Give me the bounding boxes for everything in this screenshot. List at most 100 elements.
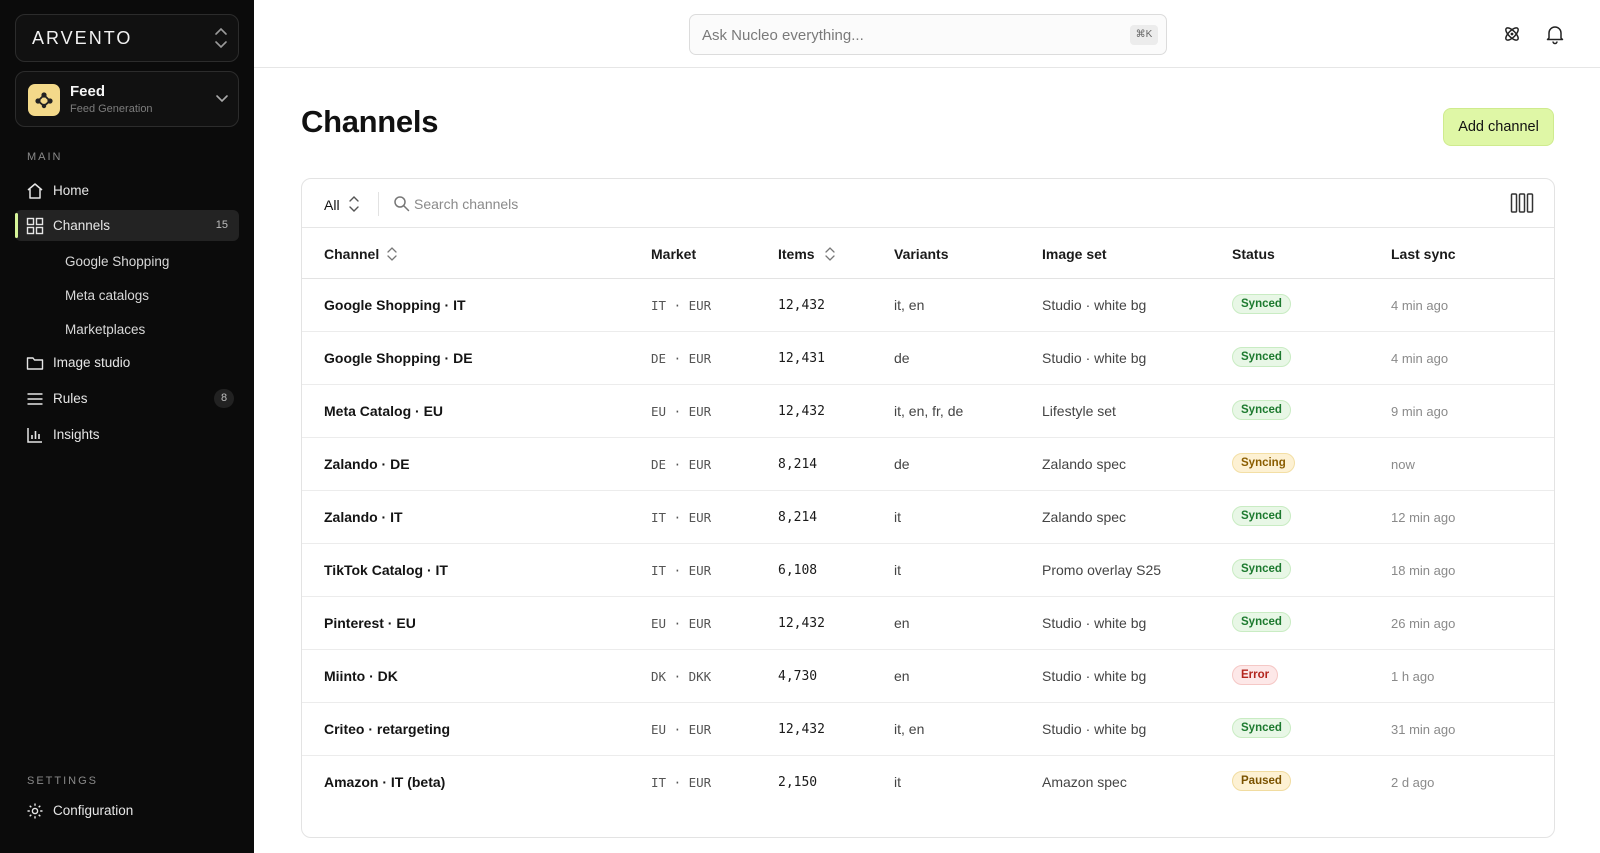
status-badge: Synced — [1232, 559, 1291, 579]
header-channel[interactable]: Channel — [324, 246, 379, 262]
cell-image-set: Lifestyle set — [1042, 403, 1116, 419]
filter-selected-value: All — [324, 197, 340, 213]
sidebar-item-label: Channels — [53, 218, 111, 233]
table-row[interactable]: Criteo · retargeting EU · EUR 12,432 it,… — [302, 703, 1554, 756]
sidebar-item-channels[interactable]: Channels 15 — [15, 210, 239, 241]
sidebar-item-image-studio[interactable]: Image studio — [15, 347, 239, 378]
atom-icon[interactable] — [1501, 23, 1523, 45]
cell-image-set: Zalando spec — [1042, 509, 1127, 525]
table-row[interactable]: Google Shopping · IT IT · EUR 12,432 it,… — [302, 279, 1554, 332]
status-badge: Synced — [1232, 718, 1291, 738]
cell-market: DE · EUR — [651, 457, 712, 472]
page-title: Channels — [301, 104, 439, 139]
sidebar-subitem-marketplaces[interactable]: Marketplaces — [65, 322, 145, 337]
table-row[interactable]: Pinterest · EU EU · EUR 12,432 en Studio… — [302, 597, 1554, 650]
sidebar-item-insights[interactable]: Insights — [15, 419, 239, 450]
add-channel-button[interactable]: Add channel — [1443, 108, 1554, 146]
cell-market: EU · EUR — [651, 722, 712, 737]
nodes-icon — [35, 92, 53, 109]
table-header: Channel Market Items Variants Image set … — [302, 228, 1554, 279]
channel-search-input[interactable] — [414, 192, 814, 216]
bell-icon[interactable] — [1544, 23, 1566, 45]
cell-items: 8,214 — [778, 510, 818, 525]
status-badge: Synced — [1232, 506, 1291, 526]
cell-market: IT · EUR — [651, 510, 712, 525]
sidebar-item-label: Home — [53, 183, 90, 198]
status-filter-select[interactable]: All — [324, 192, 368, 216]
cell-items: 12,431 — [778, 351, 825, 366]
cell-market: IT · EUR — [651, 298, 712, 313]
divider — [378, 192, 379, 216]
cell-variants: it — [894, 774, 901, 790]
menu-icon — [27, 393, 43, 405]
sort-icon[interactable] — [386, 244, 398, 264]
status-badge: Synced — [1232, 347, 1291, 367]
cell-market: IT · EUR — [651, 563, 712, 578]
workspace-logo — [28, 84, 60, 116]
sidebar-item-label: Rules — [53, 391, 88, 406]
sidebar-item-home[interactable]: Home — [15, 175, 239, 206]
cell-channel: Google Shopping · IT — [324, 297, 466, 313]
cell-channel: Pinterest · EU — [324, 615, 416, 631]
header-last-sync: Last sync — [1391, 246, 1456, 262]
sidebar-subitem-google-shopping[interactable]: Google Shopping — [65, 254, 169, 269]
header-items[interactable]: Items — [778, 246, 815, 262]
status-badge: Synced — [1232, 400, 1291, 420]
topbar: ⌘K — [254, 0, 1600, 68]
table-row[interactable]: Meta Catalog · EU EU · EUR 12,432 it, en… — [302, 385, 1554, 438]
cell-variants: it — [894, 562, 901, 578]
sidebar-subitem-meta-catalogs[interactable]: Meta catalogs — [65, 288, 149, 303]
cell-market: EU · EUR — [651, 404, 712, 419]
shortcut-hint: ⌘K — [1130, 25, 1158, 45]
table-row[interactable]: Zalando · IT IT · EUR 8,214 it Zalando s… — [302, 491, 1554, 544]
cell-image-set: Studio · white bg — [1042, 668, 1147, 684]
sidebar-item-label: Configuration — [53, 803, 134, 818]
sidebar-item-configuration[interactable]: Configuration — [15, 795, 239, 826]
chevron-up-down-icon — [349, 196, 359, 212]
brand-switcher[interactable]: ARVENTO — [15, 14, 239, 62]
cell-market: DE · EUR — [651, 351, 712, 366]
cell-items: 6,108 — [778, 563, 818, 578]
cell-channel: Miinto · DK — [324, 668, 398, 684]
table-row[interactable]: Google Shopping · DE DE · EUR 12,431 de … — [302, 332, 1554, 385]
cell-last-sync: 4 min ago — [1391, 351, 1449, 366]
workspace-subtitle: Feed Generation — [70, 103, 153, 115]
cell-image-set: Studio · white bg — [1042, 350, 1147, 366]
bar-chart-icon — [27, 428, 42, 443]
cell-image-set: Studio · white bg — [1042, 297, 1147, 313]
table-row[interactable]: Zalando · DE DE · EUR 8,214 de Zalando s… — [302, 438, 1554, 491]
cell-variants: it, en — [894, 721, 925, 737]
cell-last-sync: 18 min ago — [1391, 563, 1456, 578]
cell-items: 4,730 — [778, 669, 818, 684]
sidebar-item-label: Image studio — [53, 355, 131, 370]
cell-market: DK · DKK — [651, 669, 712, 684]
global-search[interactable]: ⌘K — [689, 14, 1167, 55]
chevron-down-icon — [216, 95, 228, 103]
table-row[interactable]: TikTok Catalog · IT IT · EUR 6,108 it Pr… — [302, 544, 1554, 597]
folder-icon — [26, 357, 44, 370]
global-search-input[interactable] — [702, 24, 1102, 46]
cell-last-sync: 12 min ago — [1391, 510, 1456, 525]
status-badge: Error — [1232, 665, 1279, 685]
table-row[interactable]: Amazon · IT (beta) IT · EUR 2,150 it Ama… — [302, 756, 1554, 809]
cell-variants: en — [894, 615, 910, 631]
grid-icon — [26, 217, 44, 235]
workspace-switcher[interactable]: Feed Feed Generation — [15, 71, 239, 127]
cell-items: 12,432 — [778, 722, 825, 737]
table-row[interactable]: Miinto · DK DK · DKK 4,730 en Studio · w… — [302, 650, 1554, 703]
cell-channel: Meta Catalog · EU — [324, 403, 444, 419]
header-market: Market — [651, 246, 697, 262]
status-badge: Synced — [1232, 612, 1291, 632]
cell-image-set: Studio · white bg — [1042, 615, 1147, 631]
status-badge: Paused — [1232, 771, 1291, 791]
sort-icon[interactable] — [824, 244, 836, 264]
columns-icon[interactable] — [1510, 192, 1534, 214]
cell-market: IT · EUR — [651, 775, 712, 790]
sidebar-item-rules[interactable]: Rules 8 — [15, 383, 239, 414]
channels-count-badge: 15 — [215, 219, 228, 231]
cell-items: 2,150 — [778, 775, 818, 790]
cell-items: 12,432 — [778, 616, 825, 631]
cell-image-set: Zalando spec — [1042, 456, 1127, 472]
cell-channel: Zalando · DE — [324, 456, 410, 472]
sidebar-item-label: Insights — [53, 427, 100, 442]
